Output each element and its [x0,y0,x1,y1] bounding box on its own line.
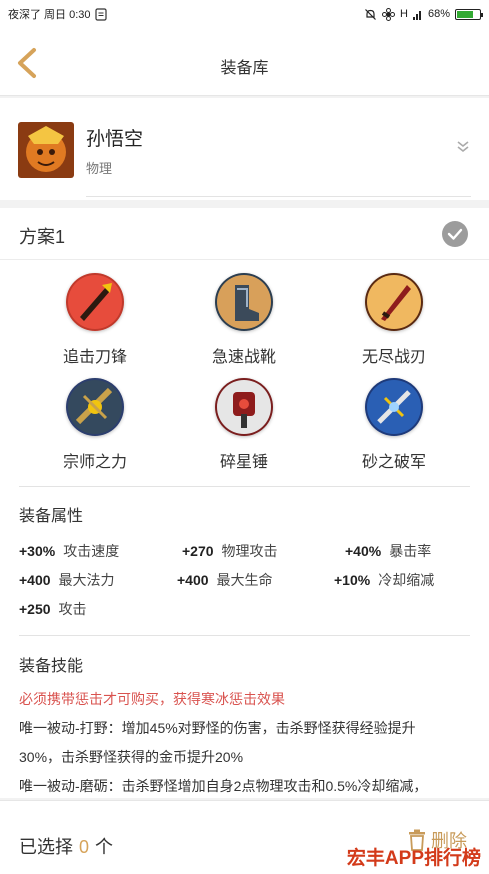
attribute-label: 最大法力 [58,572,115,588]
section-divider [19,635,470,636]
equipment-item[interactable]: 砂之破军 [334,378,454,472]
equipment-icon [66,378,124,436]
equipment-icon [215,273,273,331]
hero-avatar [18,122,74,178]
equipment-icon [215,378,273,436]
selected-prefix: 已选择 [19,837,73,857]
plan-header[interactable]: 方案1 [0,208,489,260]
attribute-label: 暴击率 [389,543,432,559]
equipment-name: 碎星锤 [219,454,268,471]
double-chevron-down-icon[interactable] [455,138,471,154]
attribute-label: 物理攻击 [221,543,278,559]
attribute-value: +400 [19,572,51,588]
equipment-item[interactable]: 急速战靴 [184,273,304,367]
skill-line: 30%，击杀野怪获得的金币提升20% [19,749,244,765]
equipment-name: 急速战靴 [211,349,276,366]
battery-icon [455,8,483,20]
equipment-item[interactable]: 碎星锤 [184,378,304,472]
skill-requirement: 必须携带惩击才可购买，获得寒冰惩击效果 [19,691,285,707]
check-icon [447,228,463,240]
attribute-item: +400 最大法力 [19,570,115,590]
status-time-text: 夜深了 周日 0:30 [8,9,91,21]
equipment-name: 砂之破军 [361,454,426,471]
plan-label: 方案1 [19,227,66,247]
attribute-value: +10% [334,572,371,588]
skill-line: 唯一被动-磨砺：击杀野怪增加自身2点物理攻击和0.5%冷却缩减， [19,778,428,794]
attribute-item: +400 最大生命 [177,570,273,590]
skills-title: 装备技能 [19,658,84,675]
mute-bell-icon [365,8,376,20]
attribute-value: +30% [19,543,56,559]
equipment-item[interactable]: 无尽战刃 [334,273,454,367]
hero-name: 孙悟空 [86,129,144,150]
attribute-item: +270 物理攻击 [182,541,278,561]
hero-role: 物理 [86,161,113,176]
attribute-item: +40% 暴击率 [345,541,431,561]
nav-bar: 装备库 [0,28,489,96]
selected-suffix: 个 [95,837,114,857]
hero-divider [86,196,471,197]
selected-count-text: 已选择 0 个 [19,833,113,859]
equipment-icon [365,273,423,331]
attribute-label: 最大生命 [216,572,273,588]
attribute-value: +250 [19,601,51,617]
equipment-icon [66,273,124,331]
attribute-label: 攻击速度 [63,543,120,559]
status-bar: 夜深了 周日 0:30 H 68% [0,0,489,28]
equipment-name: 宗师之力 [62,454,127,471]
flower-icon [382,7,396,21]
bottom-bar: 已选择 0 个 删除 宏丰APP排行榜 [0,800,489,874]
attribute-label: 攻击 [58,601,87,617]
equipment-icon [365,378,423,436]
attribute-item: +250 攻击 [19,599,87,619]
selected-count: 0 [79,837,90,857]
section-divider [19,486,470,487]
doc-icon [94,7,107,21]
equipment-item[interactable]: 追击刀锋 [35,273,155,367]
skills-text: 必须携带惩击才可购买，获得寒冰惩击效果 唯一被动-打野：增加45%对野怪的伤害，… [19,685,470,801]
attribute-value: +40% [345,543,382,559]
page-title: 装备库 [220,60,269,77]
battery-percent: 68% [427,8,450,20]
equipment-item[interactable]: 宗师之力 [35,378,155,472]
equipment-name: 无尽战刃 [361,349,426,366]
signal-label: H [400,8,408,20]
signal-icon [412,10,421,20]
skill-line: 唯一被动-打野：增加45%对野怪的伤害，击杀野怪获得经验提升 [19,720,416,736]
attribute-value: +400 [177,572,209,588]
attribute-label: 冷却缩减 [378,572,435,588]
attribute-value: +270 [182,543,214,559]
equipment-name: 追击刀锋 [62,349,127,366]
attribute-item: +30% 攻击速度 [19,541,119,561]
attribute-item: +10% 冷却缩减 [334,570,434,590]
watermark: 宏丰APP排行榜 [346,848,481,869]
attributes-title: 装备属性 [19,508,84,525]
equipment-card: 方案1 追击刀锋 急速战靴 无尽战刃 宗师之力 碎星锤 砂之破军 装备属性 +3… [0,208,489,798]
plan-check-button[interactable] [442,221,468,247]
hero-selector[interactable]: 孙悟空 物理 [0,98,489,200]
